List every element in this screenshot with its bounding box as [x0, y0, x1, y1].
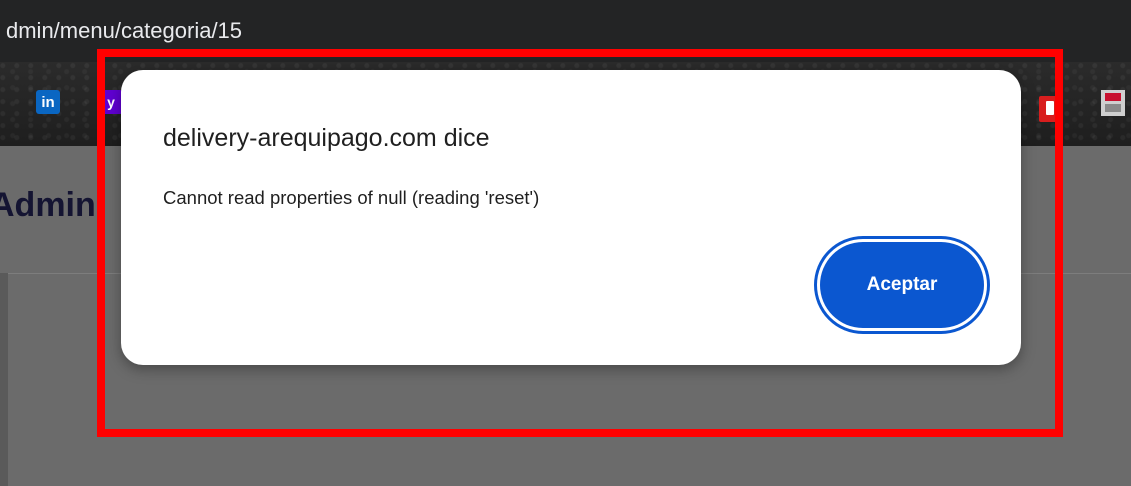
- linkedin-icon[interactable]: in: [36, 90, 60, 114]
- page-title: Admini: [0, 186, 106, 224]
- page-left-panel: [0, 273, 8, 486]
- highlight-annotation: [97, 49, 1063, 437]
- address-url: dmin/menu/categoria/15: [6, 18, 243, 43]
- bookmark-government-icon[interactable]: [1101, 90, 1125, 116]
